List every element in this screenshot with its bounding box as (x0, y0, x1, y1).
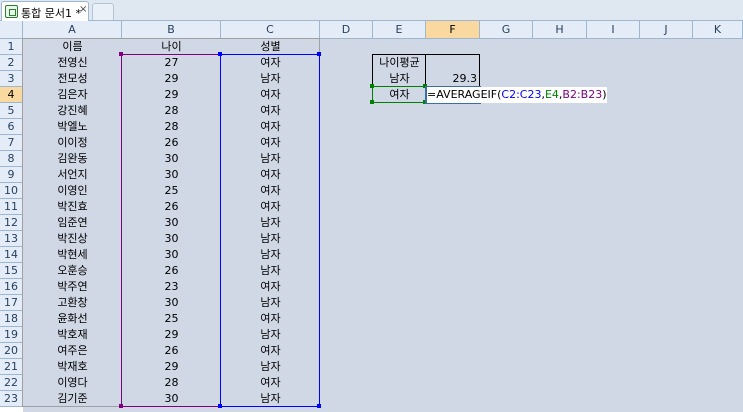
row-header-17[interactable]: 17 (0, 295, 23, 311)
row-header-11[interactable]: 11 (0, 199, 23, 215)
row-header-9[interactable]: 9 (0, 167, 23, 183)
row-header-22[interactable]: 22 (0, 375, 23, 391)
new-tab-button[interactable] (92, 3, 114, 20)
select-all-corner[interactable] (0, 21, 23, 39)
row-header-20[interactable]: 20 (0, 343, 23, 359)
grid-line (692, 39, 693, 412)
formula-suffix: ) (602, 88, 607, 101)
spreadsheet-grid[interactable]: A B C D E F G H I J K 1 2 3 4 5 6 7 8 9 10 11 12 13 14 15 16 17 18 19… (0, 21, 743, 412)
row-header-10[interactable]: 10 (0, 183, 23, 199)
column-header-c[interactable]: C (221, 21, 320, 39)
row-header-18[interactable]: 18 (0, 311, 23, 327)
row-header-7[interactable]: 7 (0, 135, 23, 151)
row-header-15[interactable]: 15 (0, 263, 23, 279)
grid-line (639, 39, 640, 412)
summary-female-label[interactable]: 여자 (373, 87, 426, 103)
row-header-12[interactable]: 12 (0, 215, 23, 231)
table-border (22, 38, 320, 407)
workbook-tab-title: 통합 문서1 * (21, 7, 81, 20)
formula-prefix: =AVERAGEIF( (427, 88, 502, 101)
column-header-j[interactable]: J (640, 21, 693, 39)
column-header-e[interactable]: E (373, 21, 426, 39)
excel-workbook-icon (5, 5, 18, 18)
row-header-21[interactable]: 21 (0, 359, 23, 375)
row-header-19[interactable]: 19 (0, 327, 23, 343)
summary-male-value[interactable]: 29.3 (426, 71, 480, 87)
formula-arg1: C2:C23 (501, 88, 542, 101)
column-header-a[interactable]: A (23, 21, 122, 39)
row-header-1[interactable]: 1 (0, 39, 23, 55)
column-header-h[interactable]: H (533, 21, 587, 39)
workbook-tab-bar: 통합 문서1 * × (0, 0, 743, 21)
summary-title-cell[interactable]: 나이평균 (373, 55, 426, 71)
column-header-d[interactable]: D (320, 21, 373, 39)
row-header-16[interactable]: 16 (0, 279, 23, 295)
workbook-tab[interactable]: 통합 문서1 * × (1, 1, 89, 21)
row-header-6[interactable]: 6 (0, 119, 23, 135)
close-icon[interactable]: × (79, 4, 87, 15)
row-header-5[interactable]: 5 (0, 103, 23, 119)
summary-male-label[interactable]: 남자 (373, 71, 426, 87)
formula-arg2: E4 (544, 88, 559, 101)
formula-arg3: B2:B23 (562, 88, 603, 101)
row-header-3[interactable]: 3 (0, 71, 23, 87)
row-header-14[interactable]: 14 (0, 247, 23, 263)
formula-in-cell[interactable]: =AVERAGEIF(C2:C23,E4,B2:B23) (427, 87, 607, 103)
row-header-8[interactable]: 8 (0, 151, 23, 167)
row-header-23[interactable]: 23 (0, 391, 23, 407)
column-header-i[interactable]: I (587, 21, 640, 39)
row-header-13[interactable]: 13 (0, 231, 23, 247)
row-header-4[interactable]: 4 (0, 87, 23, 103)
column-header-f[interactable]: F (426, 21, 480, 39)
row-header-2[interactable]: 2 (0, 55, 23, 71)
column-header-b[interactable]: B (122, 21, 221, 39)
column-header-k[interactable]: K (693, 21, 743, 39)
column-header-g[interactable]: G (480, 21, 533, 39)
